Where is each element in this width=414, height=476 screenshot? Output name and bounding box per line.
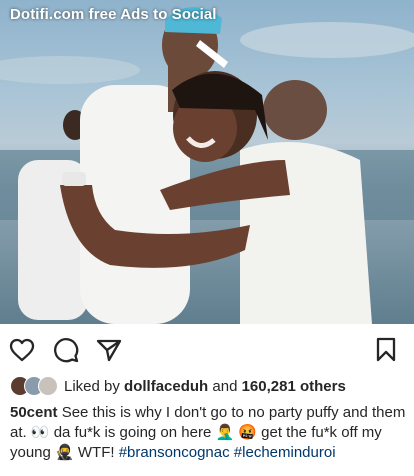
likes-count[interactable]: 160,281 others [242,378,346,395]
hashtag-link[interactable]: #bransoncognac [119,444,230,461]
post-photo[interactable]: Dotifi.com free Ads to Social [0,0,414,324]
share-icon [96,339,122,362]
hashtag-link[interactable]: #lecheminduroi [234,444,336,461]
watermark-text: Dotifi.com free Ads to Social [10,6,217,23]
caption-username[interactable]: 50cent [10,404,58,421]
share-button[interactable] [95,336,123,364]
heart-icon [9,338,35,362]
post-image-illustration [0,6,414,324]
instagram-post: Dotifi.com free Ads to Social Liked by d… [0,0,414,476]
post-caption: 50cent See this is why I don't go to no … [10,403,410,463]
likes-joiner: and [212,377,238,395]
likes-prefix: Liked by [64,377,120,395]
likes-summary: Liked by dollfaceduh and 160,281 others [64,378,346,395]
post-actions [0,332,414,366]
bookmark-icon [376,337,396,362]
likes-row: Liked by dollfaceduh and 160,281 others [10,375,346,397]
avatar [38,376,58,396]
save-button[interactable] [372,336,400,364]
like-button[interactable] [8,336,36,364]
liker-username[interactable]: dollfaceduh [124,378,208,395]
comment-button[interactable] [52,336,80,364]
comment-icon [54,338,79,363]
liker-avatars[interactable] [10,376,60,396]
